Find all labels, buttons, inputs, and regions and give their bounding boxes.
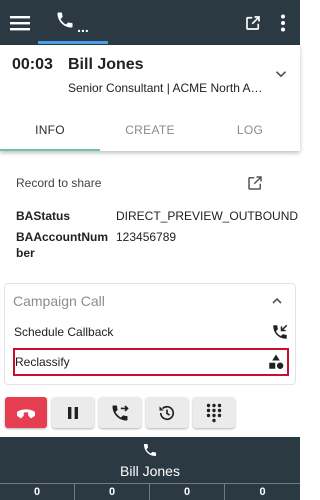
- phone-icon: [144, 444, 156, 456]
- shapes-icon: [269, 354, 284, 369]
- pause-icon: [68, 406, 78, 419]
- active-tab-indicator: [38, 41, 108, 44]
- phone-callback-icon: [273, 324, 288, 339]
- field-label-baaccountnumber: BAAccountNum ber: [16, 229, 116, 261]
- more-options-button[interactable]: [270, 0, 296, 45]
- phone-icon: [57, 12, 73, 27]
- contact-name: Bill Jones: [68, 56, 144, 73]
- collapse-chevron-icon[interactable]: [269, 293, 285, 309]
- bottom-status-bar: Bill Jones 0 0 0 0: [0, 437, 300, 500]
- field-label-line1: BAAccountNum: [16, 230, 108, 244]
- expand-chevron-icon[interactable]: [272, 65, 290, 83]
- hamburger-menu-icon: [10, 15, 30, 30]
- menu-button[interactable]: [4, 0, 36, 45]
- schedule-callback-label: Schedule Callback: [14, 325, 114, 339]
- dialpad-button[interactable]: [193, 397, 235, 428]
- open-in-new-icon[interactable]: [246, 174, 264, 192]
- campaign-call-panel: Campaign Call Schedule Callback Reclassi…: [4, 283, 296, 385]
- field-value-bastatus: DIRECT_PREVIEW_OUTBOUND: [116, 209, 299, 223]
- tab-log[interactable]: LOG: [200, 109, 300, 151]
- history-button[interactable]: [146, 397, 188, 428]
- more-vert-icon: [281, 14, 285, 31]
- tab-bar: INFO CREATE LOG: [0, 109, 300, 151]
- active-call-tab[interactable]: ...: [40, 0, 104, 45]
- reclassify-label: Reclassify: [15, 355, 70, 369]
- record-to-share-label: Record to share: [16, 176, 102, 190]
- reclassify-item[interactable]: Reclassify: [13, 348, 289, 376]
- dialpad-icon: [206, 403, 222, 422]
- schedule-callback-item[interactable]: Schedule Callback: [13, 318, 289, 346]
- field-label-bastatus: BAStatus: [16, 209, 71, 223]
- open-in-new-icon: [246, 15, 260, 30]
- call-tab-dots: ...: [77, 18, 89, 35]
- call-timer: 00:03: [12, 56, 53, 73]
- history-icon: [159, 405, 175, 420]
- status-count: 0: [225, 483, 300, 500]
- status-count: 0: [75, 483, 150, 500]
- tab-create[interactable]: CREATE: [100, 109, 200, 151]
- hold-button[interactable]: [52, 397, 94, 428]
- call-header: 00:03 Bill Jones Senior Consultant | ACM…: [0, 45, 300, 151]
- field-label-line2: ber: [16, 246, 35, 260]
- top-app-bar: ...: [0, 0, 300, 45]
- field-value-baaccountnumber: 123456789: [116, 230, 177, 244]
- transfer-button[interactable]: [99, 397, 141, 428]
- status-count: 0: [150, 483, 225, 500]
- tab-info[interactable]: INFO: [0, 109, 100, 151]
- contact-subtitle: Senior Consultant | ACME North America: [68, 81, 268, 95]
- popout-button[interactable]: [238, 0, 268, 45]
- status-count: 0: [0, 483, 75, 500]
- status-counters: 0 0 0 0: [0, 483, 300, 500]
- hangup-icon: [17, 408, 35, 418]
- status-contact-name: Bill Jones: [120, 463, 180, 479]
- phone-forward-icon: [112, 404, 129, 420]
- campaign-title: Campaign Call: [13, 293, 105, 309]
- end-call-button[interactable]: [5, 397, 47, 428]
